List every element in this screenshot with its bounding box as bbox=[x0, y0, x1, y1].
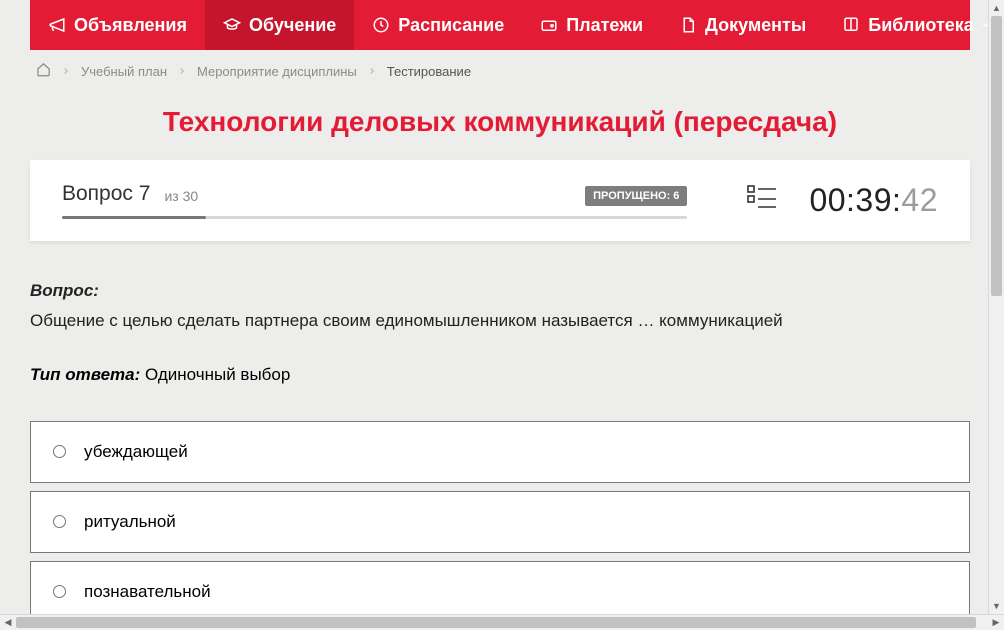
megaphone-icon bbox=[48, 16, 66, 34]
timer: 00:39:42 bbox=[809, 182, 938, 219]
option-3-label: познавательной bbox=[84, 582, 211, 602]
option-3[interactable]: познавательной bbox=[30, 561, 970, 614]
home-icon[interactable] bbox=[36, 62, 51, 80]
nav-payments[interactable]: Платежи bbox=[522, 0, 661, 50]
question-heading: Вопрос: bbox=[30, 281, 970, 301]
scroll-right-arrow[interactable]: ▶ bbox=[988, 615, 1004, 630]
status-card: Вопрос 7 из 30 ПРОПУЩЕНО: 6 00:39:42 bbox=[30, 160, 970, 241]
option-2-label: ритуальной bbox=[84, 512, 176, 532]
nav-label: Расписание bbox=[398, 15, 504, 36]
answer-type-label: Тип ответа: bbox=[30, 365, 140, 384]
nav-announcements[interactable]: Объявления bbox=[30, 0, 205, 50]
option-3-radio[interactable] bbox=[53, 585, 66, 598]
nav-library[interactable]: Библиотека bbox=[824, 0, 1004, 50]
breadcrumb-testing: Тестирование bbox=[387, 64, 471, 79]
progress-fill bbox=[62, 216, 206, 219]
clock-icon bbox=[372, 16, 390, 34]
question-grid-button[interactable] bbox=[687, 183, 809, 218]
document-icon bbox=[679, 16, 697, 34]
option-1-radio[interactable] bbox=[53, 445, 66, 458]
scroll-up-arrow[interactable]: ▲ bbox=[989, 0, 1004, 16]
nav-label: Платежи bbox=[566, 15, 643, 36]
main-nav: Объявления Обучение Расписание Платежи Д… bbox=[30, 0, 970, 50]
scroll-thumb[interactable] bbox=[991, 16, 1002, 296]
graduation-icon bbox=[223, 16, 241, 34]
vertical-scrollbar[interactable]: ▲ ▼ bbox=[988, 0, 1004, 614]
timer-main: 00:39: bbox=[809, 182, 901, 218]
nav-learning[interactable]: Обучение bbox=[205, 0, 354, 50]
skipped-badge: ПРОПУЩЕНО: 6 bbox=[585, 186, 687, 206]
scroll-down-arrow[interactable]: ▼ bbox=[989, 598, 1004, 614]
breadcrumb-event[interactable]: Мероприятие дисциплины bbox=[197, 64, 357, 79]
timer-seconds: 42 bbox=[901, 182, 938, 218]
progress-bar bbox=[62, 216, 687, 219]
nav-documents[interactable]: Документы bbox=[661, 0, 824, 50]
option-1-label: убеждающей bbox=[84, 442, 188, 462]
option-2-radio[interactable] bbox=[53, 515, 66, 528]
wallet-icon bbox=[540, 16, 558, 34]
page-title: Технологии деловых коммуникаций (пересда… bbox=[30, 106, 970, 138]
chevron-right-icon bbox=[367, 64, 377, 79]
chevron-right-icon bbox=[61, 64, 71, 79]
breadcrumb: Учебный план Мероприятие дисциплины Тест… bbox=[30, 50, 970, 92]
nav-schedule[interactable]: Расписание bbox=[354, 0, 522, 50]
chevron-right-icon bbox=[177, 64, 187, 79]
scroll-left-arrow[interactable]: ◀ bbox=[0, 615, 16, 630]
horizontal-scrollbar[interactable]: ◀ ▶ bbox=[0, 614, 1004, 630]
question-text: Общение с целью сделать партнера своим е… bbox=[30, 309, 970, 333]
nav-label: Обучение bbox=[249, 15, 336, 36]
nav-label: Библиотека bbox=[868, 15, 974, 36]
book-icon bbox=[842, 16, 860, 34]
question-number: Вопрос 7 bbox=[62, 182, 150, 206]
question-total: из 30 bbox=[164, 188, 198, 206]
answer-options: убеждающей ритуальной познавательной bbox=[30, 421, 970, 614]
breadcrumb-curriculum[interactable]: Учебный план bbox=[81, 64, 167, 79]
nav-label: Объявления bbox=[74, 15, 187, 36]
answer-type-value: Одиночный выбор bbox=[145, 365, 290, 384]
option-2[interactable]: ритуальной bbox=[30, 491, 970, 553]
nav-label: Документы bbox=[705, 15, 806, 36]
scroll-thumb-h[interactable] bbox=[16, 617, 976, 628]
option-1[interactable]: убеждающей bbox=[30, 421, 970, 483]
